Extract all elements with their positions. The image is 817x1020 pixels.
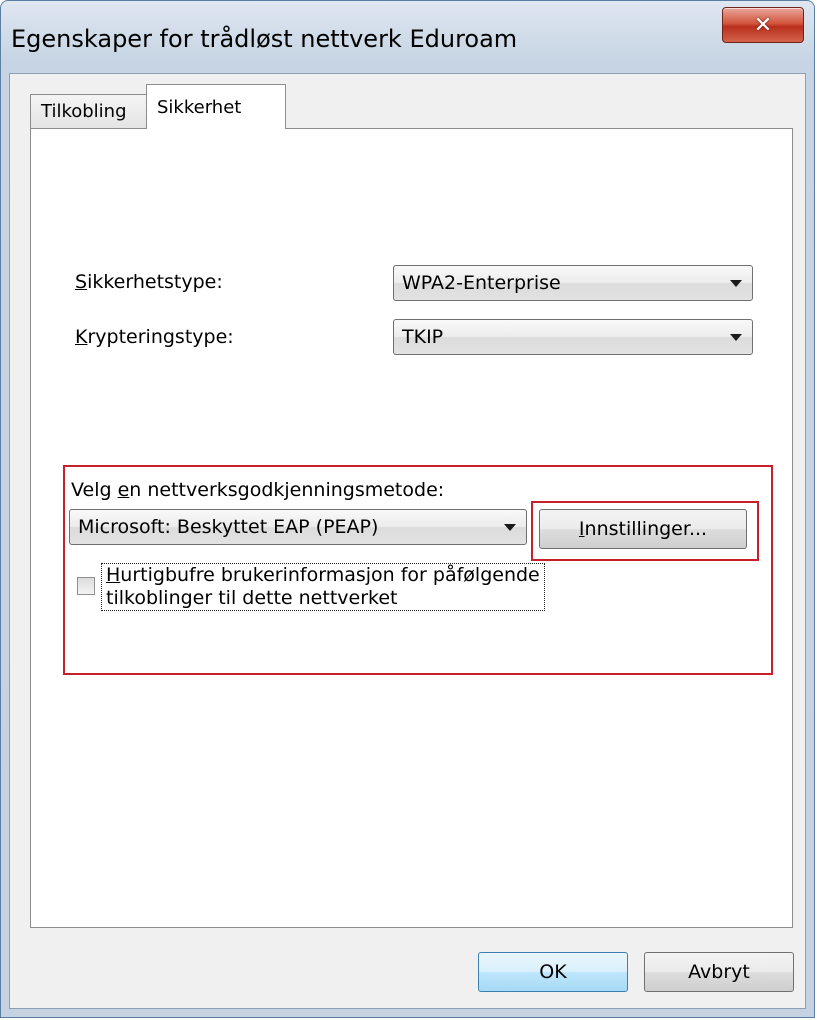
security-tab-panel: Sikkerhetstype: WPA2-Enterprise Krypteri… [30,128,793,928]
ok-button[interactable]: OK [478,952,628,992]
cache-user-info-label[interactable]: Hurtigbufre brukerinformasjon for påfølg… [101,563,545,611]
security-type-value: WPA2-Enterprise [402,272,561,294]
auth-method-select[interactable]: Microsoft: Beskyttet EAP (PEAP) [69,509,527,545]
tab-label: Sikkerhet [157,96,242,118]
tab-tilkobling[interactable]: Tilkobling [30,94,147,128]
auth-method-label: Velg en nettverksgodkjenningsmetode: [71,479,445,501]
dialog-body: Tilkobling Sikkerhet Sikkerhetstype: WPA… [9,73,806,1009]
encryption-type-label: Krypteringstype: [75,326,234,348]
tab-sikkerhet[interactable]: Sikkerhet [146,84,286,129]
chevron-down-icon [504,524,516,531]
encryption-type-value: TKIP [402,326,444,348]
window-title: Egenskaper for trådløst nettverk Eduroam [11,25,518,53]
encryption-type-select[interactable]: TKIP [393,319,753,355]
chevron-down-icon [730,280,742,287]
close-icon: ✕ [753,12,773,38]
tab-label: Tilkobling [41,101,127,122]
settings-button[interactable]: Innstillinger... [539,509,747,549]
cancel-button[interactable]: Avbryt [644,952,794,992]
security-type-label: Sikkerhetstype: [75,271,223,293]
auth-method-value: Microsoft: Beskyttet EAP (PEAP) [78,516,379,538]
security-type-select[interactable]: WPA2-Enterprise [393,265,753,301]
close-button[interactable]: ✕ [722,7,804,43]
chevron-down-icon [730,334,742,341]
dialog-window: Egenskaper for trådløst nettverk Eduroam… [0,0,815,1018]
cache-user-info-checkbox[interactable] [77,577,95,595]
title-bar[interactable]: Egenskaper for trådløst nettverk Eduroam… [1,1,814,73]
